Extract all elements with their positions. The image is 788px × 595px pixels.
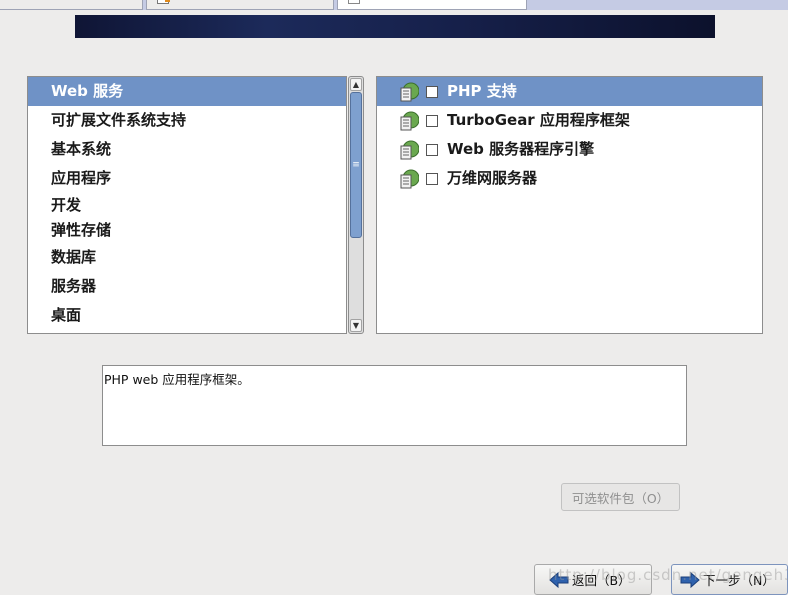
scroll-down-arrow-icon[interactable]: ▼ (350, 319, 362, 332)
tab-icon (9, 0, 21, 4)
back-button-label: 返回（B） (572, 573, 631, 588)
package-checkbox[interactable] (426, 86, 438, 98)
next-button[interactable]: 下一步（N） (671, 564, 788, 595)
next-button-label: 下一步（N） (703, 573, 775, 588)
scroll-up-arrow-icon[interactable]: ▲ (350, 78, 362, 91)
package-group-icon (400, 111, 419, 131)
arrow-left-icon (549, 571, 569, 588)
back-button[interactable]: 返回（B） (534, 564, 652, 595)
group-list[interactable]: Web 服务 可扩展文件系统支持 基本系统 应用程序 开发 弹性存储 数据库 服… (27, 76, 347, 334)
package-checkbox[interactable] (426, 115, 438, 127)
package-checkbox[interactable] (426, 144, 438, 156)
package-label: PHP 支持 (447, 82, 517, 100)
package-item-www-server[interactable]: 万维网服务器 (377, 164, 762, 193)
group-item-applications[interactable]: 应用程序 (28, 164, 346, 193)
tab-3[interactable] (337, 0, 527, 10)
package-group-icon (400, 82, 419, 102)
tab-1[interactable] (0, 0, 143, 10)
group-list-scrollbar[interactable]: ▲ ≡ ▼ (348, 76, 364, 334)
package-group-icon (400, 140, 419, 160)
folder-icon (157, 0, 170, 4)
package-label: TurboGear 应用程序框架 (447, 111, 630, 129)
installer-banner (75, 15, 715, 38)
arrow-right-icon (680, 571, 700, 588)
group-item-development[interactable]: 开发 (28, 193, 346, 218)
package-list[interactable]: PHP 支持 TurboGear 应用程序框架 Web 服务器程序引擎 万维网服… (376, 76, 763, 334)
package-group-icon (400, 169, 419, 189)
package-label: Web 服务器程序引擎 (447, 140, 595, 158)
group-item-scalable-fs[interactable]: 可扩展文件系统支持 (28, 106, 346, 135)
group-item-web-services[interactable]: Web 服务 (28, 77, 346, 106)
group-item-resilient-storage[interactable]: 弹性存储 (28, 218, 346, 243)
document-icon (348, 0, 360, 4)
tab-2[interactable] (146, 0, 334, 10)
group-item-desktop[interactable]: 桌面 (28, 301, 346, 330)
top-tab-strip (0, 0, 788, 10)
package-item-web-server-engine[interactable]: Web 服务器程序引擎 (377, 135, 762, 164)
package-checkbox[interactable] (426, 173, 438, 185)
package-item-turbogear[interactable]: TurboGear 应用程序框架 (377, 106, 762, 135)
package-label: 万维网服务器 (447, 169, 538, 187)
group-item-servers[interactable]: 服务器 (28, 272, 346, 301)
group-item-base-system[interactable]: 基本系统 (28, 135, 346, 164)
description-box: PHP web 应用程序框架。 (102, 365, 687, 446)
description-text: PHP web 应用程序框架。 (104, 372, 250, 387)
scroll-thumb[interactable]: ≡ (350, 92, 362, 238)
group-item-databases[interactable]: 数据库 (28, 243, 346, 272)
package-item-php[interactable]: PHP 支持 (377, 77, 762, 106)
optional-packages-button[interactable]: 可选软件包（O） (561, 483, 680, 511)
